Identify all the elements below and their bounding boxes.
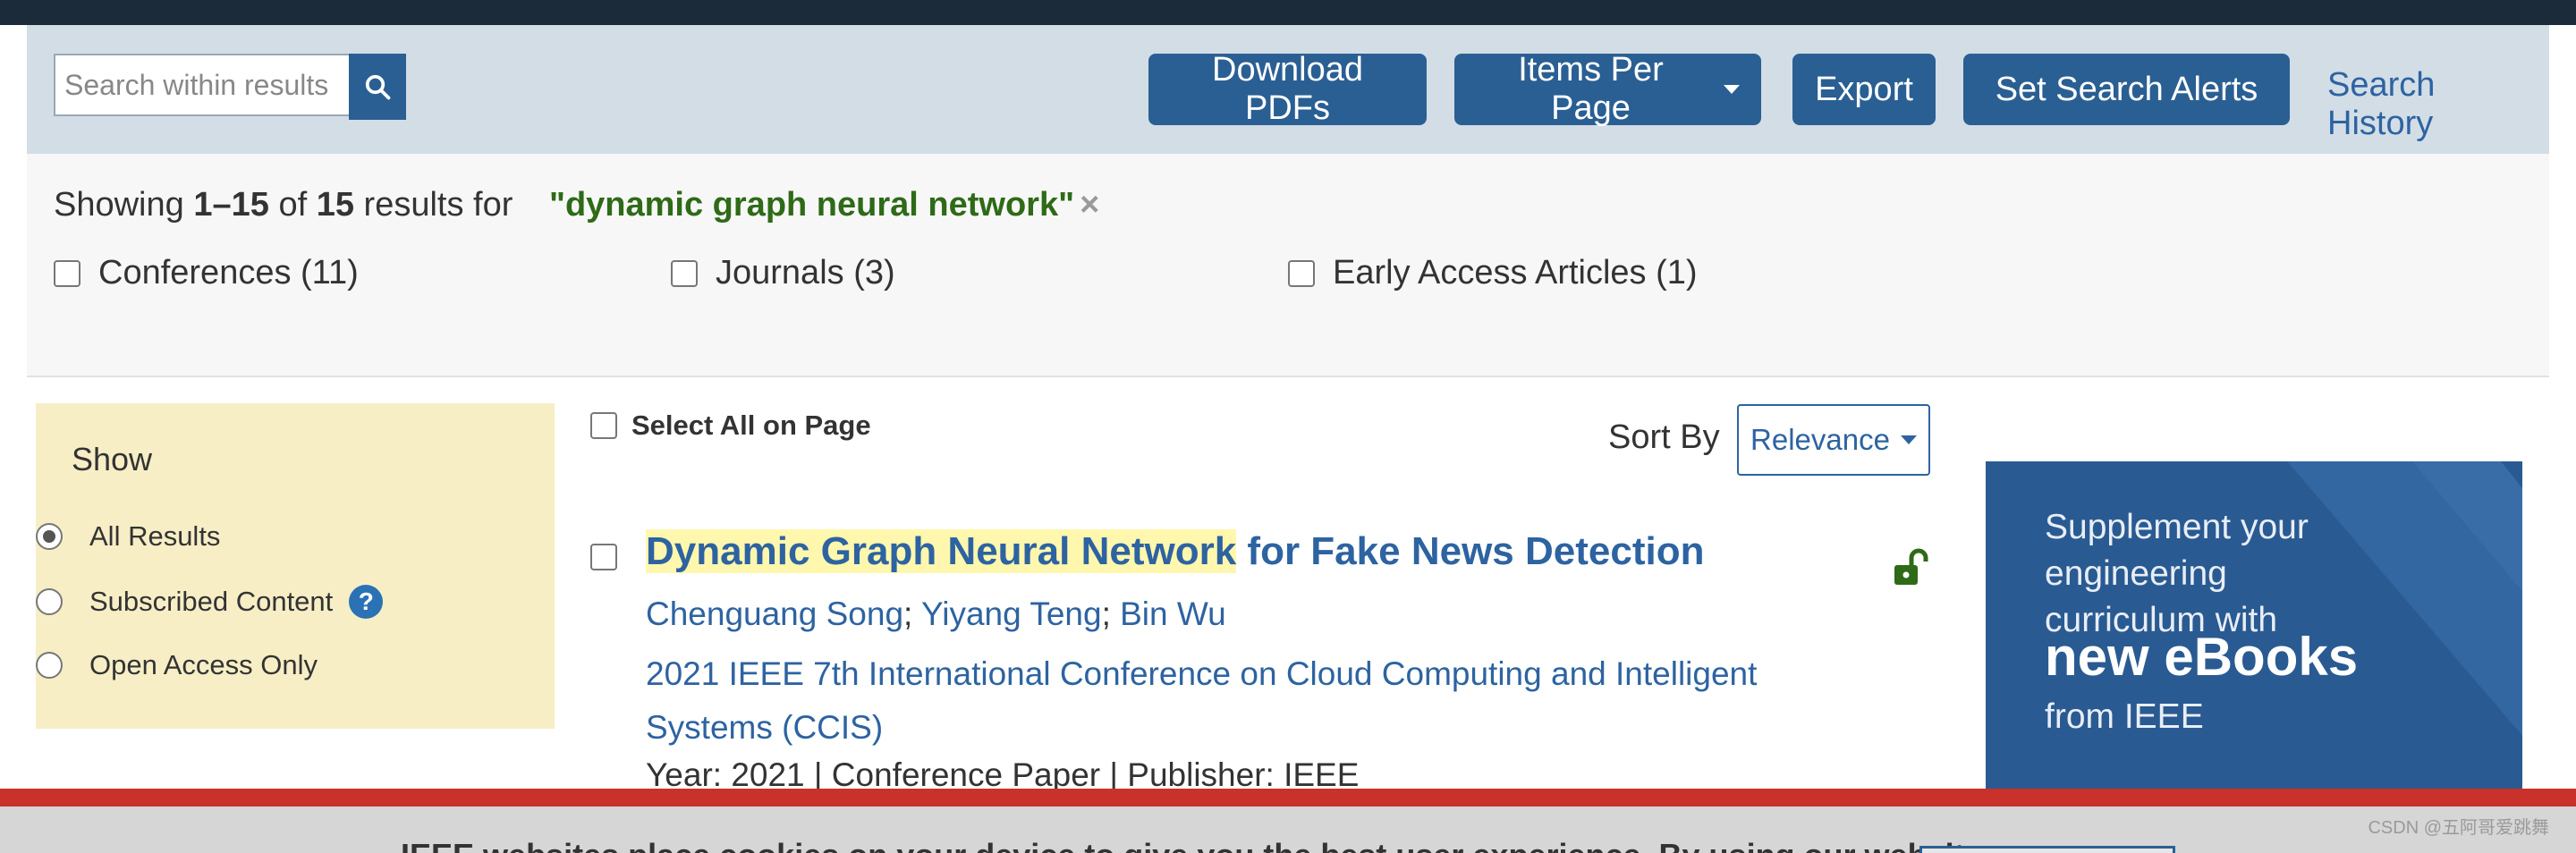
facet-early-access[interactable]: Early Access Articles (1) xyxy=(1288,254,1698,292)
result-title-link[interactable]: Dynamic Graph Neural Network for Fake Ne… xyxy=(646,529,1704,574)
help-icon[interactable]: ? xyxy=(349,585,384,619)
showing-label: Showing xyxy=(54,186,184,224)
filter-open-access-only[interactable]: Open Access Only xyxy=(36,649,318,681)
results-range: 1–15 xyxy=(193,186,269,224)
items-per-page-button[interactable]: Items Per Page xyxy=(1454,51,1761,127)
facet-journals-label: Journals (3) xyxy=(716,254,895,291)
items-per-page-label: Items Per Page xyxy=(1518,51,1664,127)
result-title-rest: for Fake News Detection xyxy=(1236,529,1705,573)
result-checkbox[interactable] xyxy=(590,544,617,570)
unlock-icon xyxy=(1894,548,1928,585)
facet-early-access-checkbox[interactable] xyxy=(1288,259,1315,287)
set-search-alerts-button[interactable]: Set Search Alerts xyxy=(1963,54,2290,125)
caret-down-icon xyxy=(1900,435,1917,444)
search-icon xyxy=(365,74,391,100)
author-separator: ; xyxy=(1101,595,1111,632)
sort-by-label: Sort By xyxy=(1608,418,1720,456)
results-total: 15 xyxy=(316,186,354,224)
search-button[interactable] xyxy=(349,54,406,120)
ad-headline: new eBooks xyxy=(2045,627,2359,687)
filter-open-access-radio[interactable] xyxy=(36,652,63,679)
search-within-results xyxy=(54,54,411,120)
facet-journals[interactable]: Journals (3) xyxy=(671,254,895,292)
select-all-label: Select All on Page xyxy=(631,410,871,441)
ad-line-1: Supplement your xyxy=(2045,508,2309,546)
cookie-accept-button[interactable] xyxy=(1919,846,2175,853)
results-summary: Showing 1–15 of 15 results for "dynamic … xyxy=(54,186,1099,224)
result-title-highlight: Dynamic Graph Neural Network xyxy=(646,529,1237,573)
facet-conferences[interactable]: Conferences (11) xyxy=(54,254,359,292)
search-within-input[interactable] xyxy=(54,54,349,116)
show-filter-title: Show xyxy=(72,441,153,477)
watermark: CSDN @五阿哥爱跳舞 xyxy=(2368,818,2549,838)
filter-subscribed-content-radio[interactable] xyxy=(36,588,63,615)
author-link[interactable]: Bin Wu xyxy=(1120,595,1226,632)
result-authors: Chenguang Song; Yiyang Teng; Bin Wu xyxy=(646,595,1226,633)
select-all-on-page[interactable]: Select All on Page xyxy=(590,410,871,442)
download-pdfs-label: Download PDFs xyxy=(1212,51,1363,127)
filter-all-results[interactable]: All Results xyxy=(36,520,220,553)
facet-journals-checkbox[interactable] xyxy=(671,259,698,287)
of-label: of xyxy=(278,186,308,224)
result-publication-link[interactable]: 2021 IEEE 7th International Conference o… xyxy=(646,647,1809,755)
cookie-banner: IEEE websites place cookies on your devi… xyxy=(0,807,2576,853)
results-summary-panel: Showing 1–15 of 15 results for "dynamic … xyxy=(27,154,2549,377)
top-navigation-bar xyxy=(0,0,2576,25)
filter-subscribed-content-label: Subscribed Content xyxy=(89,586,334,617)
ad-line-2: engineering xyxy=(2045,554,2227,593)
sort-dropdown[interactable]: Relevance xyxy=(1737,404,1930,476)
facet-conferences-label: Conferences (11) xyxy=(98,254,359,291)
results-for-label: results for xyxy=(363,186,513,224)
cookie-banner-text: IEEE websites place cookies on your devi… xyxy=(401,837,2010,853)
ad-text: Supplement your engineering curriculum w… xyxy=(2045,504,2309,644)
set-search-alerts-label: Set Search Alerts xyxy=(1995,70,2258,108)
cookie-banner-border xyxy=(0,789,2576,807)
author-link[interactable]: Chenguang Song xyxy=(646,595,903,632)
facet-early-access-label: Early Access Articles (1) xyxy=(1333,254,1698,291)
clear-query-icon[interactable]: × xyxy=(1080,186,1099,224)
results-toolbar: Download PDFs Items Per Page Export Set … xyxy=(27,25,2549,154)
author-separator: ; xyxy=(903,595,913,632)
export-label: Export xyxy=(1815,70,1913,108)
filter-subscribed-content[interactable]: Subscribed Content ? xyxy=(36,585,384,619)
facet-conferences-checkbox[interactable] xyxy=(54,259,80,287)
filter-all-results-label: All Results xyxy=(89,520,221,552)
search-history-link[interactable]: Search History xyxy=(2327,66,2549,143)
search-query: "dynamic graph neural network" xyxy=(548,186,1075,224)
caret-down-icon xyxy=(1724,85,1740,94)
ad-line-4: from IEEE xyxy=(2045,697,2204,736)
author-link[interactable]: Yiyang Teng xyxy=(921,595,1102,632)
select-all-checkbox[interactable] xyxy=(590,412,617,439)
filter-open-access-label: Open Access Only xyxy=(89,649,318,680)
ebooks-advertisement[interactable]: Supplement your engineering curriculum w… xyxy=(1986,461,2522,837)
filter-all-results-radio[interactable] xyxy=(36,523,63,550)
export-button[interactable]: Export xyxy=(1792,54,1936,125)
sort-dropdown-value: Relevance xyxy=(1750,423,1890,456)
download-pdfs-button[interactable]: Download PDFs xyxy=(1148,51,1427,127)
